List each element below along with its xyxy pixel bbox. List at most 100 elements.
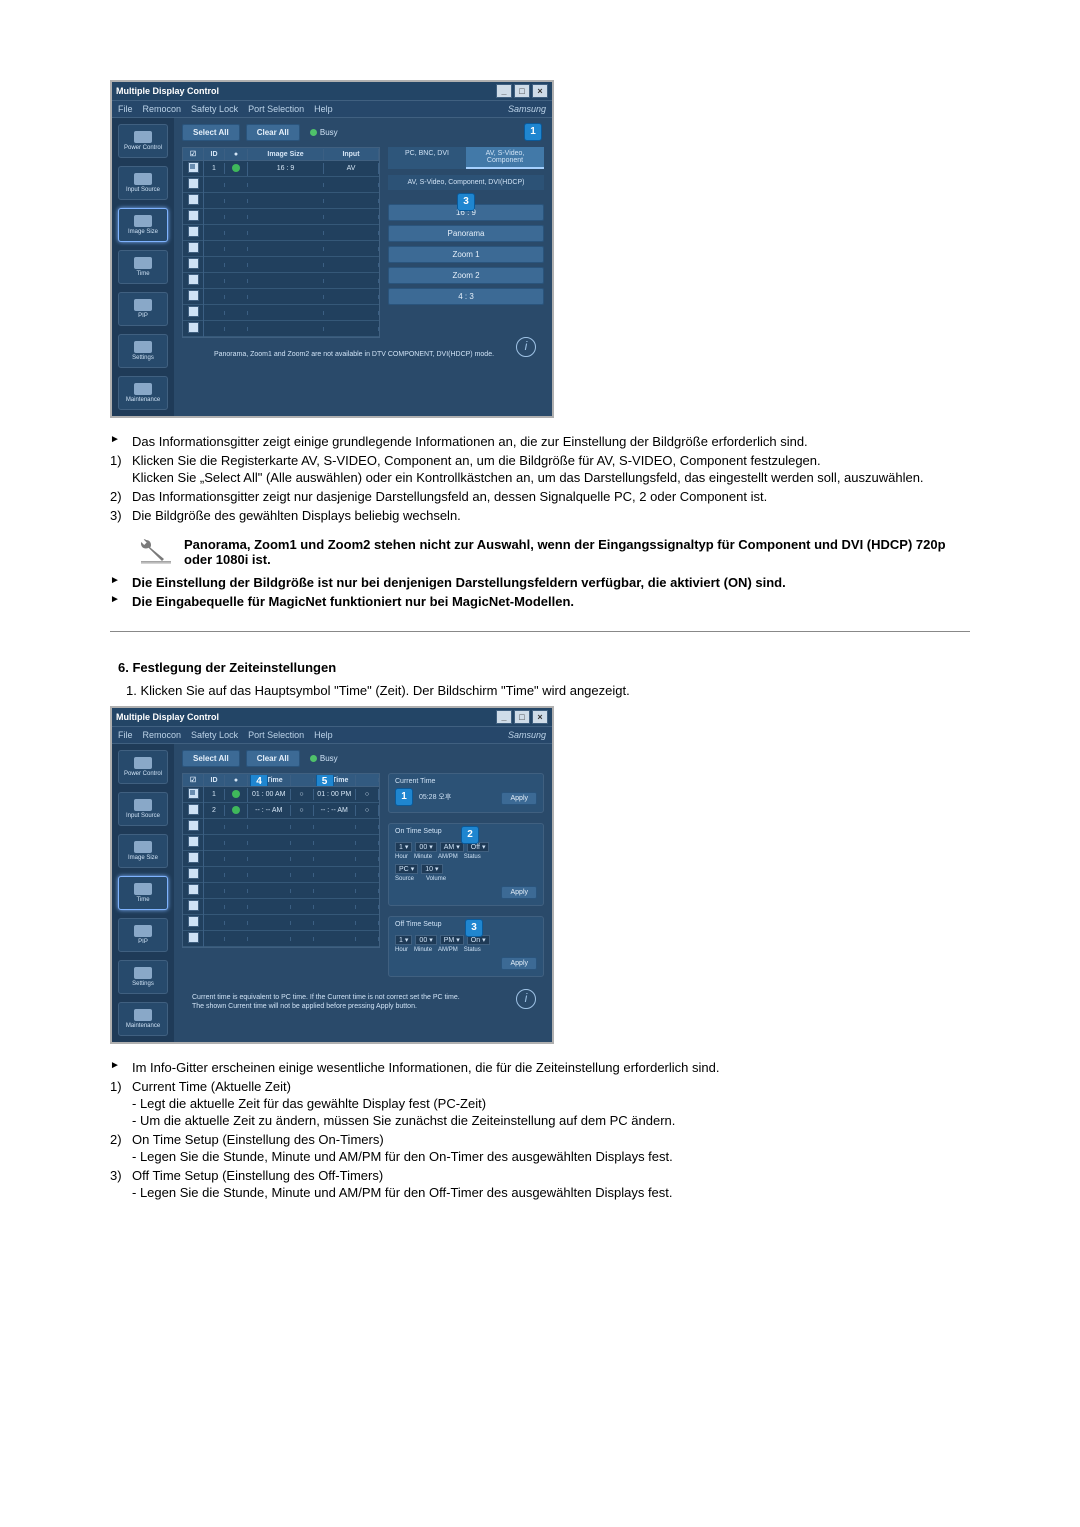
maximize-button[interactable]: □ <box>514 710 530 724</box>
grid-row[interactable] <box>183 305 379 321</box>
list-number: 1) <box>110 1079 132 1094</box>
sidebar-pip[interactable]: PIP <box>118 918 168 952</box>
paragraph: Das Informationsgitter zeigt einige grun… <box>132 434 970 449</box>
sidebar-image-size[interactable]: Image Size <box>118 834 168 868</box>
tab-pc-bnc-dvi[interactable]: PC, BNC, DVI <box>388 147 466 169</box>
menu-port-selection[interactable]: Port Selection <box>248 730 304 740</box>
grid-head-check[interactable]: ☑ <box>183 774 204 786</box>
row-checkbox[interactable] <box>188 290 199 301</box>
apply-button[interactable]: Apply <box>501 792 537 805</box>
option-zoom2[interactable]: Zoom 2 <box>388 267 544 284</box>
row-checkbox[interactable] <box>188 788 199 799</box>
minimize-button[interactable]: _ <box>496 710 512 724</box>
grid-row[interactable]: 2 -- : -- AM ○ -- : -- AM ○ <box>183 803 379 819</box>
close-button[interactable]: × <box>532 84 548 98</box>
on-source-spinner[interactable]: PC ▾ <box>395 864 418 874</box>
grid-row[interactable] <box>183 193 379 209</box>
menu-safety-lock[interactable]: Safety Lock <box>191 730 238 740</box>
option-zoom1[interactable]: Zoom 1 <box>388 246 544 263</box>
menu-file[interactable]: File <box>118 730 133 740</box>
sidebar-maintenance[interactable]: Maintenance <box>118 1002 168 1036</box>
grid-row[interactable] <box>183 225 379 241</box>
grid-row[interactable]: 1 16 : 9 AV <box>183 161 379 177</box>
grid-row[interactable] <box>183 899 379 915</box>
row-checkbox[interactable] <box>188 274 199 285</box>
toolbar: Select All Clear All Busy <box>182 750 544 767</box>
off-minute-spinner[interactable]: 00 ▾ <box>415 935 436 945</box>
option-4-3[interactable]: 4 : 3 <box>388 288 544 305</box>
close-button[interactable]: × <box>532 710 548 724</box>
grid-row[interactable] <box>183 257 379 273</box>
apply-button[interactable]: Apply <box>501 957 537 970</box>
sidebar-settings[interactable]: Settings <box>118 960 168 994</box>
clear-all-button[interactable]: Clear All <box>246 124 300 141</box>
off-hour-spinner[interactable]: 1 ▾ <box>395 935 412 945</box>
sidebar-maintenance[interactable]: Maintenance <box>118 376 168 410</box>
grid-row[interactable] <box>183 273 379 289</box>
menubar: File Remocon Safety Lock Port Selection … <box>112 727 552 744</box>
sidebar-time[interactable]: Time <box>118 250 168 284</box>
grid-row[interactable] <box>183 835 379 851</box>
select-all-button[interactable]: Select All <box>182 124 240 141</box>
window-controls: _ □ × <box>496 710 548 724</box>
on-volume-spinner[interactable]: 10 ▾ <box>421 864 442 874</box>
menu-remocon[interactable]: Remocon <box>143 104 182 114</box>
minimize-button[interactable]: _ <box>496 84 512 98</box>
grid-row[interactable] <box>183 819 379 835</box>
grid-head-input: Input <box>324 149 379 160</box>
sidebar-image-size[interactable]: Image Size <box>118 208 168 242</box>
grid-row[interactable] <box>183 321 379 337</box>
on-ampm-spinner[interactable]: AM ▾ <box>440 842 464 852</box>
off-ampm-spinner[interactable]: PM ▾ <box>440 935 464 945</box>
menu-remocon[interactable]: Remocon <box>143 730 182 740</box>
grid-row[interactable] <box>183 883 379 899</box>
menu-port-selection[interactable]: Port Selection <box>248 104 304 114</box>
footer-note: Panorama, Zoom1 and Zoom2 are not availa… <box>182 346 544 361</box>
sidebar-power-control[interactable]: Power Control <box>118 124 168 158</box>
grid-row[interactable]: 1 01 : 00 AM ○ 01 : 00 PM <box>183 787 379 803</box>
sidebar-power-control[interactable]: Power Control <box>118 750 168 784</box>
sidebar-time[interactable]: Time <box>118 876 168 910</box>
toolbar: Select All Clear All Busy <box>182 124 544 141</box>
row-checkbox[interactable] <box>188 258 199 269</box>
sidebar-input-source[interactable]: Input Source <box>118 166 168 200</box>
maximize-button[interactable]: □ <box>514 84 530 98</box>
grid-row[interactable] <box>183 241 379 257</box>
grid-row[interactable] <box>183 209 379 225</box>
row-checkbox[interactable] <box>188 194 199 205</box>
menu-file[interactable]: File <box>118 104 133 114</box>
on-minute-spinner[interactable]: 00 ▾ <box>415 842 436 852</box>
sidebar-settings[interactable]: Settings <box>118 334 168 368</box>
grid-row[interactable] <box>183 289 379 305</box>
grid-row[interactable] <box>183 867 379 883</box>
tab-av-svideo-component[interactable]: AV, S-Video, Component <box>466 147 544 169</box>
row-checkbox[interactable] <box>188 162 199 173</box>
row-checkbox[interactable] <box>188 322 199 333</box>
sidebar-pip[interactable]: PIP <box>118 292 168 326</box>
warning-row: Panorama, Zoom1 und Zoom2 stehen nicht z… <box>140 537 970 567</box>
menu-safety-lock[interactable]: Safety Lock <box>191 104 238 114</box>
grid-row[interactable] <box>183 931 379 947</box>
row-checkbox[interactable] <box>188 242 199 253</box>
menu-help[interactable]: Help <box>314 730 333 740</box>
option-panorama[interactable]: Panorama <box>388 225 544 242</box>
select-all-button[interactable]: Select All <box>182 750 240 767</box>
sidebar-input-source[interactable]: Input Source <box>118 792 168 826</box>
row-checkbox[interactable] <box>188 804 199 815</box>
row-checkbox[interactable] <box>188 226 199 237</box>
clear-all-button[interactable]: Clear All <box>246 750 300 767</box>
callout-1: 1 <box>395 788 413 806</box>
grid-row[interactable] <box>183 915 379 931</box>
grid-row[interactable] <box>183 851 379 867</box>
section-step: 1. Klicken Sie auf das Hauptsymbol "Time… <box>126 683 970 698</box>
grid-head-check[interactable]: ☑ <box>183 148 204 160</box>
row-checkbox[interactable] <box>188 178 199 189</box>
on-hour-spinner[interactable]: 1 ▾ <box>395 842 412 852</box>
row-checkbox[interactable] <box>188 306 199 317</box>
row-checkbox[interactable] <box>188 210 199 221</box>
grid-row[interactable] <box>183 177 379 193</box>
apply-button[interactable]: Apply <box>501 886 537 899</box>
menu-help[interactable]: Help <box>314 104 333 114</box>
footer-note: Current time is equivalent to PC time. I… <box>182 989 544 1013</box>
info-icon: i <box>516 989 536 1009</box>
